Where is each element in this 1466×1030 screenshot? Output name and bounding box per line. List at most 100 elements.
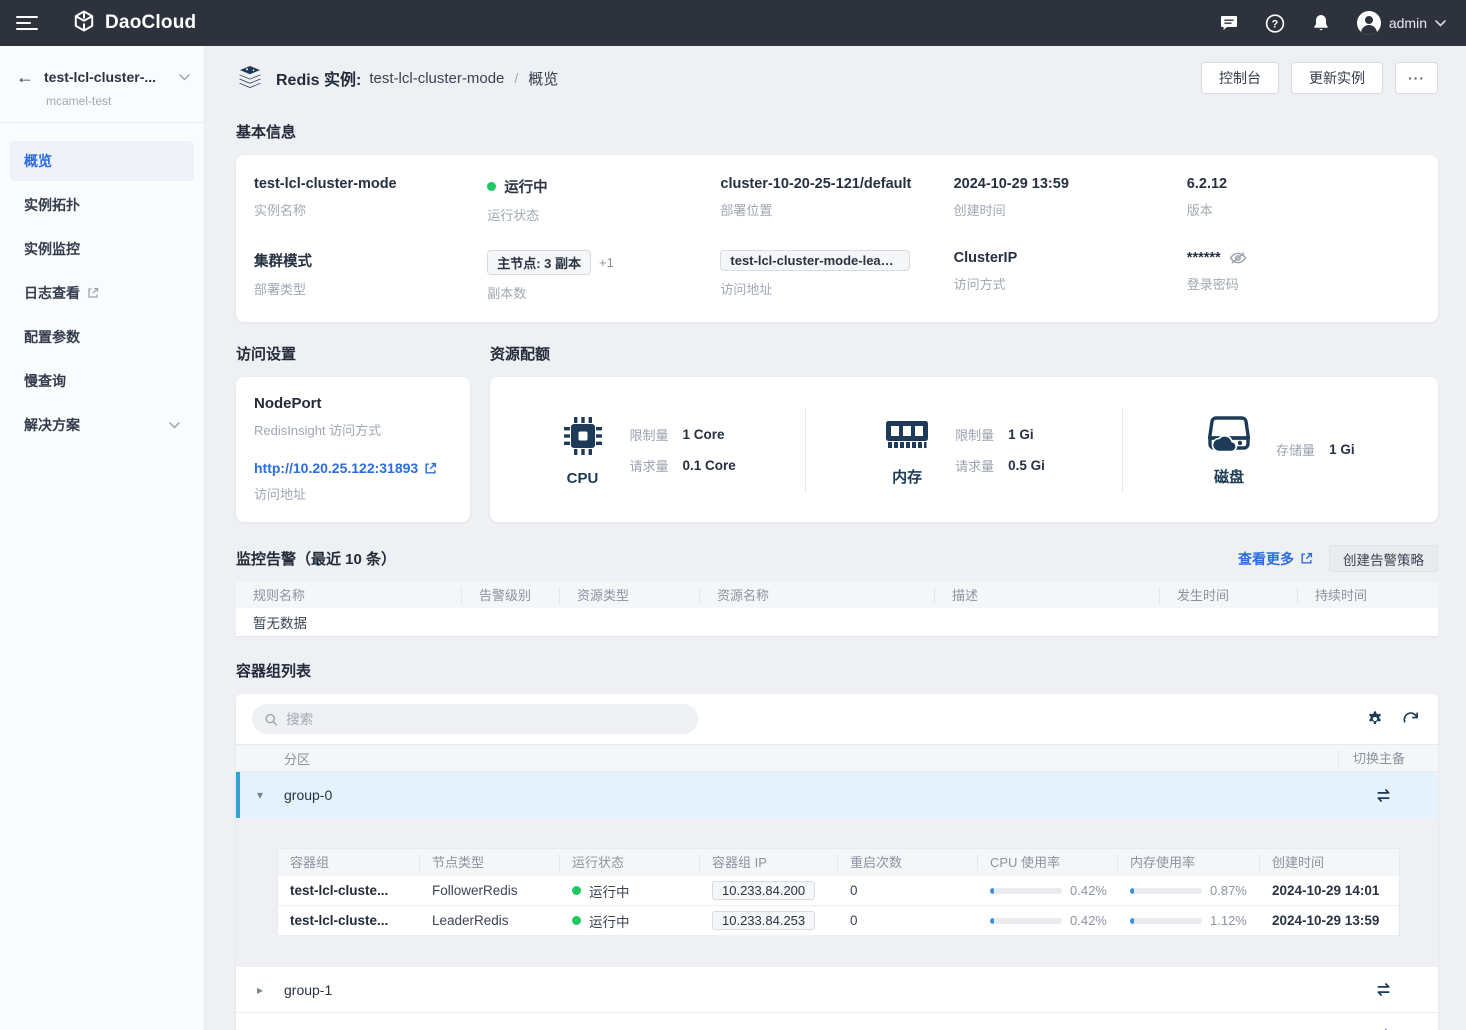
redis-stack-icon: [236, 65, 264, 91]
search-input[interactable]: [286, 712, 686, 727]
back-arrow-icon[interactable]: ←: [16, 68, 34, 86]
group-row-1[interactable]: ▸ group-1: [236, 967, 1438, 1013]
refresh-icon[interactable]: [1402, 710, 1420, 728]
chevron-down-icon: [179, 74, 190, 81]
pod-row: test-lcl-cluste... LeaderRedis 运行中 10.23…: [278, 906, 1399, 936]
notification-bell-icon[interactable]: [1311, 13, 1331, 33]
pod-restarts: 0: [838, 883, 978, 898]
pod-name[interactable]: test-lcl-cluste...: [278, 913, 420, 928]
access-settings-title: 访问设置: [236, 343, 490, 364]
sidebar-item-solutions[interactable]: 解决方案: [10, 405, 194, 445]
alerts-col-level: 告警级别: [462, 587, 560, 604]
brand-name: DaoCloud: [105, 12, 196, 34]
topbar: DaoCloud ? admin: [0, 0, 1466, 46]
alerts-empty-row: 暂无数据: [236, 608, 1438, 637]
eye-off-icon[interactable]: [1229, 251, 1247, 265]
page-title: Redis 实例:: [276, 66, 361, 90]
sidebar-item-topology[interactable]: 实例拓扑: [10, 185, 194, 225]
hamburger-menu-icon[interactable]: [16, 12, 38, 34]
search-icon: [264, 712, 278, 727]
more-actions-button[interactable]: ···: [1395, 62, 1438, 94]
console-button[interactable]: 控制台: [1201, 62, 1279, 94]
sidebar-instance-title: test-lcl-cluster-...: [44, 69, 169, 85]
pods-panel: 分区 切换主备 ▾ group-0 容器组 节点类型 运行状态 容器组 IP: [236, 694, 1438, 1030]
chevron-down-icon: [1435, 20, 1446, 27]
access-url-label: 访问地址: [254, 484, 452, 503]
instance-switcher[interactable]: ← test-lcl-cluster-...: [16, 68, 190, 86]
replica-badge: 主节点: 3 副本: [487, 250, 591, 275]
external-link-icon: [87, 286, 99, 302]
status-dot-green: [572, 886, 581, 895]
daocloud-cube-icon: [72, 9, 96, 38]
sidebar-item-monitoring[interactable]: 实例监控: [10, 229, 194, 269]
breadcrumb-separator: /: [514, 70, 518, 86]
svg-text:?: ?: [1272, 18, 1279, 30]
help-icon[interactable]: ?: [1265, 13, 1285, 33]
quota-disk-name: 磁盘: [1214, 466, 1244, 487]
switch-leader-button[interactable]: [1338, 787, 1438, 804]
pod-restarts: 0: [838, 913, 978, 928]
collapse-caret-icon[interactable]: ▾: [236, 788, 284, 802]
message-icon[interactable]: [1219, 13, 1239, 33]
field-replicas: 主节点: 3 副本+1 副本数: [487, 250, 720, 302]
access-url-link[interactable]: http://10.20.25.122:31893: [254, 460, 452, 476]
field-deploy-location: cluster-10-20-25-121/default 部署位置: [720, 176, 953, 224]
user-menu[interactable]: admin: [1357, 11, 1446, 35]
alerts-col-occur-time: 发生时间: [1160, 587, 1298, 604]
group-row-0[interactable]: ▾ group-0: [236, 772, 1438, 818]
sidebar-item-overview[interactable]: 概览: [10, 141, 194, 181]
instance-name: test-lcl-cluster-mode: [369, 70, 504, 87]
alerts-col-duration: 持续时间: [1298, 587, 1438, 604]
workspace-label: mcamel-test: [46, 94, 190, 108]
pod-ip-badge: 10.233.84.200: [712, 881, 815, 900]
sidebar: ← test-lcl-cluster-... mcamel-test 概览 实例…: [0, 46, 205, 1030]
cpu-usage-bar: [990, 918, 1062, 924]
field-deploy-type: 集群模式 部署类型: [254, 250, 487, 302]
external-link-icon: [1300, 552, 1313, 565]
quota-memory-name: 内存: [892, 466, 922, 487]
field-password: ****** 登录密码: [1187, 250, 1420, 302]
user-name: admin: [1389, 15, 1427, 31]
field-access-mode: ClusterIP 访问方式: [954, 250, 1187, 302]
status-dot-green: [487, 182, 496, 191]
access-settings-card: NodePort RedisInsight 访问方式 http://10.20.…: [236, 377, 470, 522]
settings-gear-icon[interactable]: [1366, 710, 1384, 728]
field-access-address: test-lcl-cluster-mode-leader-... 访问地址: [720, 250, 953, 302]
group-row-2[interactable]: ▸ group-2: [236, 1013, 1438, 1030]
view-more-link[interactable]: 查看更多: [1238, 549, 1313, 569]
field-instance-name: test-lcl-cluster-mode 实例名称: [254, 176, 487, 224]
alerts-col-rule: 规则名称: [236, 587, 462, 604]
chevron-down-icon: [169, 422, 180, 429]
create-alert-policy-button[interactable]: 创建告警策略: [1329, 545, 1438, 572]
pod-created-time: 2024-10-29 14:01: [1260, 883, 1399, 898]
access-type: NodePort: [254, 395, 452, 412]
memory-ram-icon: [883, 413, 931, 460]
resource-quota-card: CPU 限制量1 Core 请求量0.1 Core: [490, 377, 1438, 522]
disk-storage-icon: [1206, 413, 1252, 460]
address-badge: test-lcl-cluster-mode-leader-...: [720, 250, 910, 271]
memory-usage-bar: [1130, 888, 1202, 894]
brand-logo[interactable]: DaoCloud: [72, 9, 196, 38]
cpu-chip-icon: [560, 413, 606, 464]
group-0-details: 容器组 节点类型 运行状态 容器组 IP 重启次数 CPU 使用率 内存使用率 …: [236, 818, 1438, 967]
pod-row: test-lcl-cluste... FollowerRedis 运行中 10.…: [278, 876, 1399, 906]
sidebar-item-parameters[interactable]: 配置参数: [10, 317, 194, 357]
field-run-status: 运行中 运行状态: [487, 176, 720, 224]
pod-name[interactable]: test-lcl-cluste...: [278, 883, 420, 898]
breadcrumb-current: 概览: [528, 68, 558, 89]
expand-caret-icon[interactable]: ▸: [236, 983, 284, 997]
sidebar-item-logs[interactable]: 日志查看: [10, 273, 194, 313]
pods-table: 容器组 节点类型 运行状态 容器组 IP 重启次数 CPU 使用率 内存使用率 …: [277, 848, 1400, 936]
resource-quota-title: 资源配额: [490, 343, 550, 364]
access-type-label: RedisInsight 访问方式: [254, 420, 452, 439]
search-input-wrapper: [252, 704, 698, 734]
pod-created-time: 2024-10-29 13:59: [1260, 913, 1399, 928]
memory-usage-bar: [1130, 918, 1202, 924]
update-instance-button[interactable]: 更新实例: [1291, 62, 1383, 94]
pod-node-type: LeaderRedis: [420, 913, 560, 928]
quota-cpu: CPU 限制量1 Core 请求量0.1 Core: [490, 413, 805, 487]
switch-leader-button[interactable]: [1338, 981, 1438, 998]
pods-title: 容器组列表: [236, 660, 1438, 681]
sidebar-item-slow-query[interactable]: 慢查询: [10, 361, 194, 401]
quota-disk: 磁盘 存储量1 Gi: [1123, 413, 1438, 487]
